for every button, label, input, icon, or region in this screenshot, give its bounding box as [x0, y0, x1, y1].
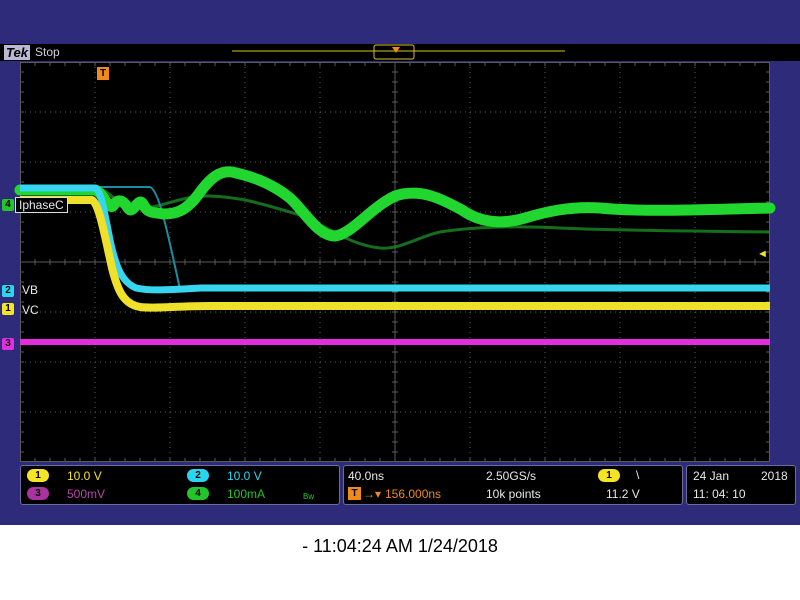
bandwidth-limit-icon: Bw	[303, 492, 315, 501]
clock-time: 11: 04: 10	[693, 487, 746, 501]
ch3-badge: 3	[27, 487, 49, 500]
ch2-badge: 2	[187, 469, 209, 482]
ch2-label: VB	[22, 283, 39, 297]
ch1-badge: 1	[27, 469, 49, 482]
ch1-ground-marker[interactable]: 1	[2, 303, 14, 315]
trigger-level: 11.2 V	[606, 487, 640, 501]
waveform-traces	[14, 166, 776, 345]
horizontal-trigger-panel[interactable]: 40.0ns 2.50GS/s 1 \ T →▾ 156.000ns 10k p…	[343, 465, 683, 505]
sample-rate: 2.50GS/s	[486, 469, 537, 483]
ch1-scale: 10.0 V	[67, 469, 102, 483]
ch4-trace	[14, 166, 776, 242]
trigger-arrow-icon: →▾	[363, 487, 382, 501]
ch4-ground-marker[interactable]: 4	[2, 199, 14, 211]
record-length: 10k points	[486, 487, 541, 501]
ch2-scale: 10.0 V	[227, 469, 262, 483]
trigger-level-arrow-icon[interactable]: ◄	[757, 247, 768, 261]
date-time-panel: 24 Jan 2018 11: 04: 10	[686, 465, 796, 505]
ch2-ground-marker[interactable]: 2	[2, 285, 14, 297]
trigger-slope-icon: \	[636, 468, 640, 482]
trigger-source-badge: 1	[598, 469, 620, 482]
trigger-marker-icon[interactable]: T	[97, 67, 109, 80]
horizontal-position: 156.000ns	[385, 487, 442, 501]
ch4-badge: 4	[187, 487, 209, 500]
date-year: 2018	[761, 469, 788, 483]
trigger-position-icon: T	[348, 487, 361, 500]
status-panel: 1 10.0 V 2 10.0 V 3 500mV 4 100mA Bw 40.…	[20, 465, 800, 505]
ch1-trace	[20, 196, 770, 312]
ch3-ground-marker[interactable]: 3	[2, 338, 14, 350]
ch1-label: VC	[22, 303, 39, 317]
vertical-settings-panel[interactable]: 1 10.0 V 2 10.0 V 3 500mV 4 100mA Bw	[20, 465, 340, 505]
ch3-scale: 500mV	[67, 487, 106, 501]
screenshot-caption: - 11:04:24 AM 1/24/2018	[302, 536, 498, 556]
date-day-month: 24 Jan	[693, 469, 730, 483]
time-per-div: 40.0ns	[348, 469, 385, 483]
ch4-label: IphaseC	[15, 197, 68, 213]
ch4-scale: 100mA	[227, 487, 266, 501]
